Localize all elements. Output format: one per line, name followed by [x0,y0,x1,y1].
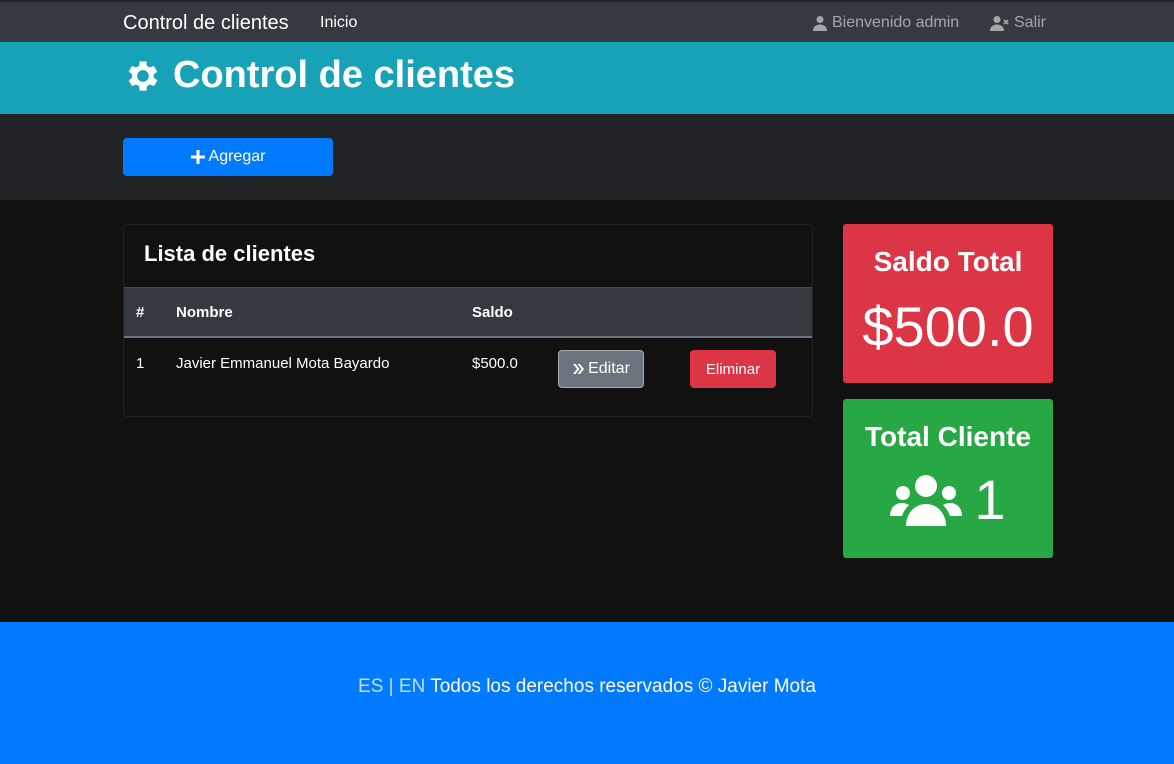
logout-label: Salir [1014,14,1047,31]
lang-link-es[interactable]: ES [358,676,383,697]
clients-card-title: Lista de clientes [144,241,316,266]
row-name: Javier Emmanuel Mota Bayardo [176,355,390,372]
gear-icon [128,60,158,91]
total-clients-value: 1 [974,468,1006,531]
page-title-text: Control de clientes [173,54,516,96]
lang-link-en[interactable]: EN [399,676,425,697]
add-client-label: Agregar [208,148,266,165]
page-title: Control de clientes [123,54,515,97]
row-saldo: $500.0 [472,355,518,372]
column-header-number: # [136,304,145,321]
plus-icon [190,150,205,164]
top-navbar: Control de clientes Inicio Bienvenido ad… [0,0,1174,42]
footer-text: ES | EN Todos los derechos reservados © … [0,676,1174,698]
page-header: Control de clientes [0,42,1174,114]
total-clients-label: Total Cliente [865,421,1031,452]
nav-link-welcome[interactable]: Bienvenido admin [812,14,959,32]
table-header: # Nombre Saldo [124,287,812,338]
nav-link-inicio[interactable]: Inicio [320,14,357,32]
actions-bar: Agregar [0,114,1174,200]
double-chevron-right-icon [573,364,585,374]
navbar-brand[interactable]: Control de clientes [123,12,289,35]
user-icon [813,16,827,31]
lang-separator: | [388,676,394,697]
clients-card: Lista de clientes # Nombre Saldo 1 Javie… [123,224,813,417]
edit-label: Editar [588,360,630,377]
saldo-total-card: Saldo Total $500.0 [843,224,1053,383]
saldo-total-value: $500.0 [862,295,1034,358]
delete-button[interactable]: Eliminar [690,350,776,388]
saldo-total-label: Saldo Total [873,246,1023,277]
users-icon [890,474,963,526]
add-client-button[interactable]: Agregar [123,138,333,176]
copyright-text: Todos los derechos reservados © Javier M… [430,676,816,697]
column-header-name: Nombre [176,304,233,321]
total-clients-row: 1 [843,467,1053,532]
row-number: 1 [136,355,145,372]
total-clients-card: Total Cliente 1 [843,399,1053,558]
footer: ES | EN Todos los derechos reservados © … [0,622,1174,764]
user-times-icon [990,16,1009,31]
column-header-saldo: Saldo [472,304,513,321]
welcome-label: Bienvenido admin [832,14,960,31]
nav-link-logout[interactable]: Salir [990,14,1046,32]
edit-button[interactable]: Editar [558,350,644,388]
